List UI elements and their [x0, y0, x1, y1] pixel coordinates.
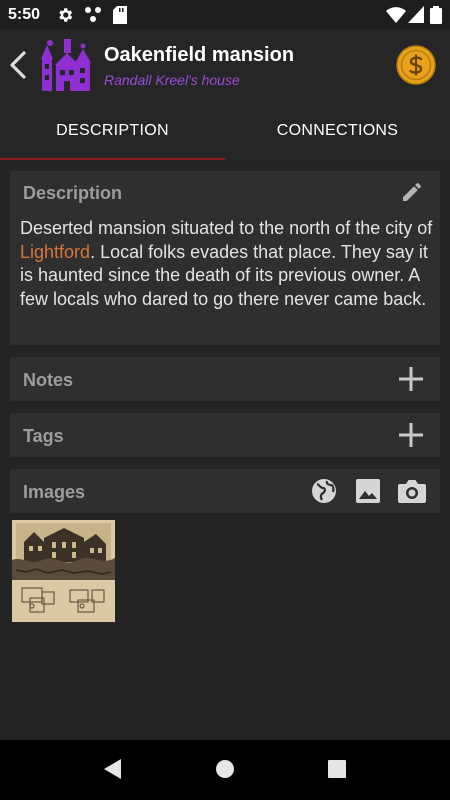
battery-icon: [430, 6, 442, 24]
globe-icon[interactable]: [311, 478, 337, 504]
notes-header: Notes: [23, 370, 74, 390]
system-nav-bar: [0, 740, 450, 800]
back-arrow-icon[interactable]: [6, 50, 30, 80]
tab-bar: DESCRIPTION CONNECTIONS: [0, 102, 450, 160]
images-card: Images: [10, 469, 440, 513]
status-bar: 5:50: [0, 0, 450, 30]
page-subtitle: Randall Kreel's house: [104, 72, 240, 88]
back-triangle-icon[interactable]: [101, 757, 123, 781]
gear-icon: [59, 8, 73, 22]
pencil-icon[interactable]: [400, 180, 424, 204]
page-title: Oakenfield mansion: [104, 44, 295, 66]
dollar-coin-icon[interactable]: [396, 45, 436, 85]
app-bar: Oakenfield mansion Randall Kreel's house: [0, 30, 450, 102]
add-tag-plus-icon[interactable]: [398, 422, 424, 448]
wifi-icon: [386, 7, 406, 23]
sd-card-icon: [113, 6, 127, 24]
recents-square-icon[interactable]: [326, 757, 348, 781]
notes-card: Notes: [10, 357, 440, 401]
network-dots-icon: [85, 7, 101, 22]
signal-icon: [408, 6, 424, 23]
images-header: Images: [23, 482, 86, 502]
description-text: Deserted mansion situated to the north o…: [20, 217, 435, 311]
mansion-sketch-thumbnail[interactable]: [12, 520, 115, 622]
description-text-part: Deserted mansion situated to the north o…: [20, 218, 433, 238]
haunted-house-icon: [41, 39, 91, 91]
description-card: Description Deserted mansion situated to…: [10, 171, 440, 345]
camera-icon[interactable]: [397, 477, 427, 505]
status-time: 5:50: [8, 6, 41, 23]
home-circle-icon[interactable]: [214, 757, 236, 781]
description-header: Description: [23, 183, 123, 203]
tab-connections[interactable]: CONNECTIONS: [225, 102, 450, 160]
add-note-plus-icon[interactable]: [398, 366, 424, 392]
tab-description[interactable]: DESCRIPTION: [0, 102, 225, 160]
tags-card: Tags: [10, 413, 440, 457]
gallery-icon[interactable]: [355, 478, 381, 504]
lightford-link[interactable]: Lightford: [20, 242, 90, 262]
tags-header: Tags: [23, 426, 64, 446]
